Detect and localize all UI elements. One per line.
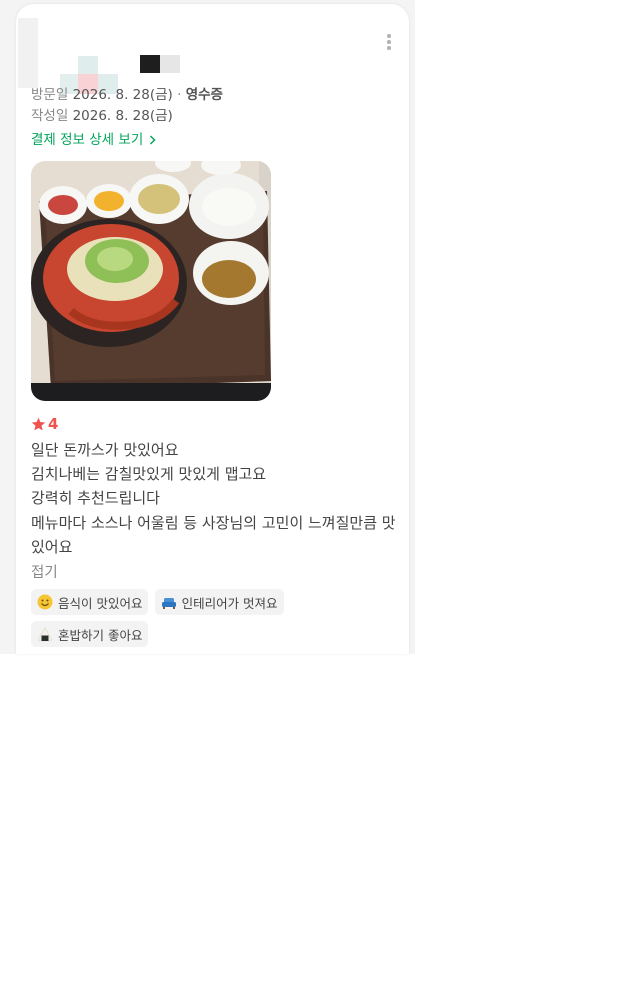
- review-photo[interactable]: [31, 161, 271, 401]
- fold-button[interactable]: 접기: [31, 561, 58, 582]
- review-line: 일단 돈까스가 맛있어요: [31, 441, 179, 459]
- tag-label: 혼밥하기 좋아요: [58, 627, 143, 643]
- tag-food-tasty[interactable]: 음식이 맛있어요: [31, 589, 149, 615]
- rating: 4: [31, 415, 58, 433]
- tag-label: 인테리어가 멋져요: [181, 595, 278, 611]
- star-icon: [31, 417, 46, 431]
- written-date: 2026. 8. 28(금): [72, 108, 173, 124]
- nickname-block: [140, 55, 160, 73]
- smiling-face-icon: [37, 594, 53, 610]
- keyword-tags: 음식이 맛있어요 인테리어가 멋져요 혼밥하기 좋아요: [31, 589, 401, 653]
- sofa-icon: [161, 598, 176, 609]
- avatar-block: [78, 56, 98, 74]
- review-line: 강력히 추천드립니다: [31, 489, 160, 508]
- payment-detail-link[interactable]: 결제 정보 상세 보기: [31, 128, 156, 148]
- visit-date: 2026. 8. 28(금): [72, 87, 173, 103]
- visit-label: 방문일: [31, 87, 69, 103]
- review-text: 일단 돈까스가 맛있어요 김치나베는 감칠맛있게 맛있게 맵고요 강력히 추천드…: [31, 438, 401, 559]
- nickname-block: [160, 55, 180, 73]
- visit-separator: ·: [177, 87, 182, 103]
- written-info: 작성일 2026. 8. 28(금): [31, 106, 173, 126]
- written-label: 작성일: [31, 108, 69, 124]
- tag-solo-dining[interactable]: 혼밥하기 좋아요: [31, 621, 149, 647]
- food-photo-image: [31, 161, 271, 401]
- review-card: 방문일 2026. 8. 28(금) · 영수증 작성일 2026. 8. 28…: [16, 4, 409, 654]
- rating-value: 4: [48, 415, 59, 433]
- chevron-right-icon: [149, 135, 156, 145]
- rice-ball-icon: [38, 626, 52, 642]
- visit-place: 영수증: [185, 87, 223, 103]
- tag-label: 음식이 맛있어요: [58, 595, 143, 611]
- visit-info: 방문일 2026. 8. 28(금) · 영수증: [31, 85, 223, 105]
- payment-detail-label: 결제 정보 상세 보기: [31, 132, 144, 148]
- more-options-icon[interactable]: [383, 34, 395, 54]
- avatar: [18, 18, 38, 88]
- review-line: 메뉴마다 소스나 어울림 등 사장님의 고민이 느껴질만큼 맛있어요: [31, 513, 396, 556]
- review-line: 김치나베는 감칠맛있게 맛있게 맵고요: [31, 465, 267, 484]
- tag-interior-nice[interactable]: 인테리어가 멋져요: [154, 589, 284, 615]
